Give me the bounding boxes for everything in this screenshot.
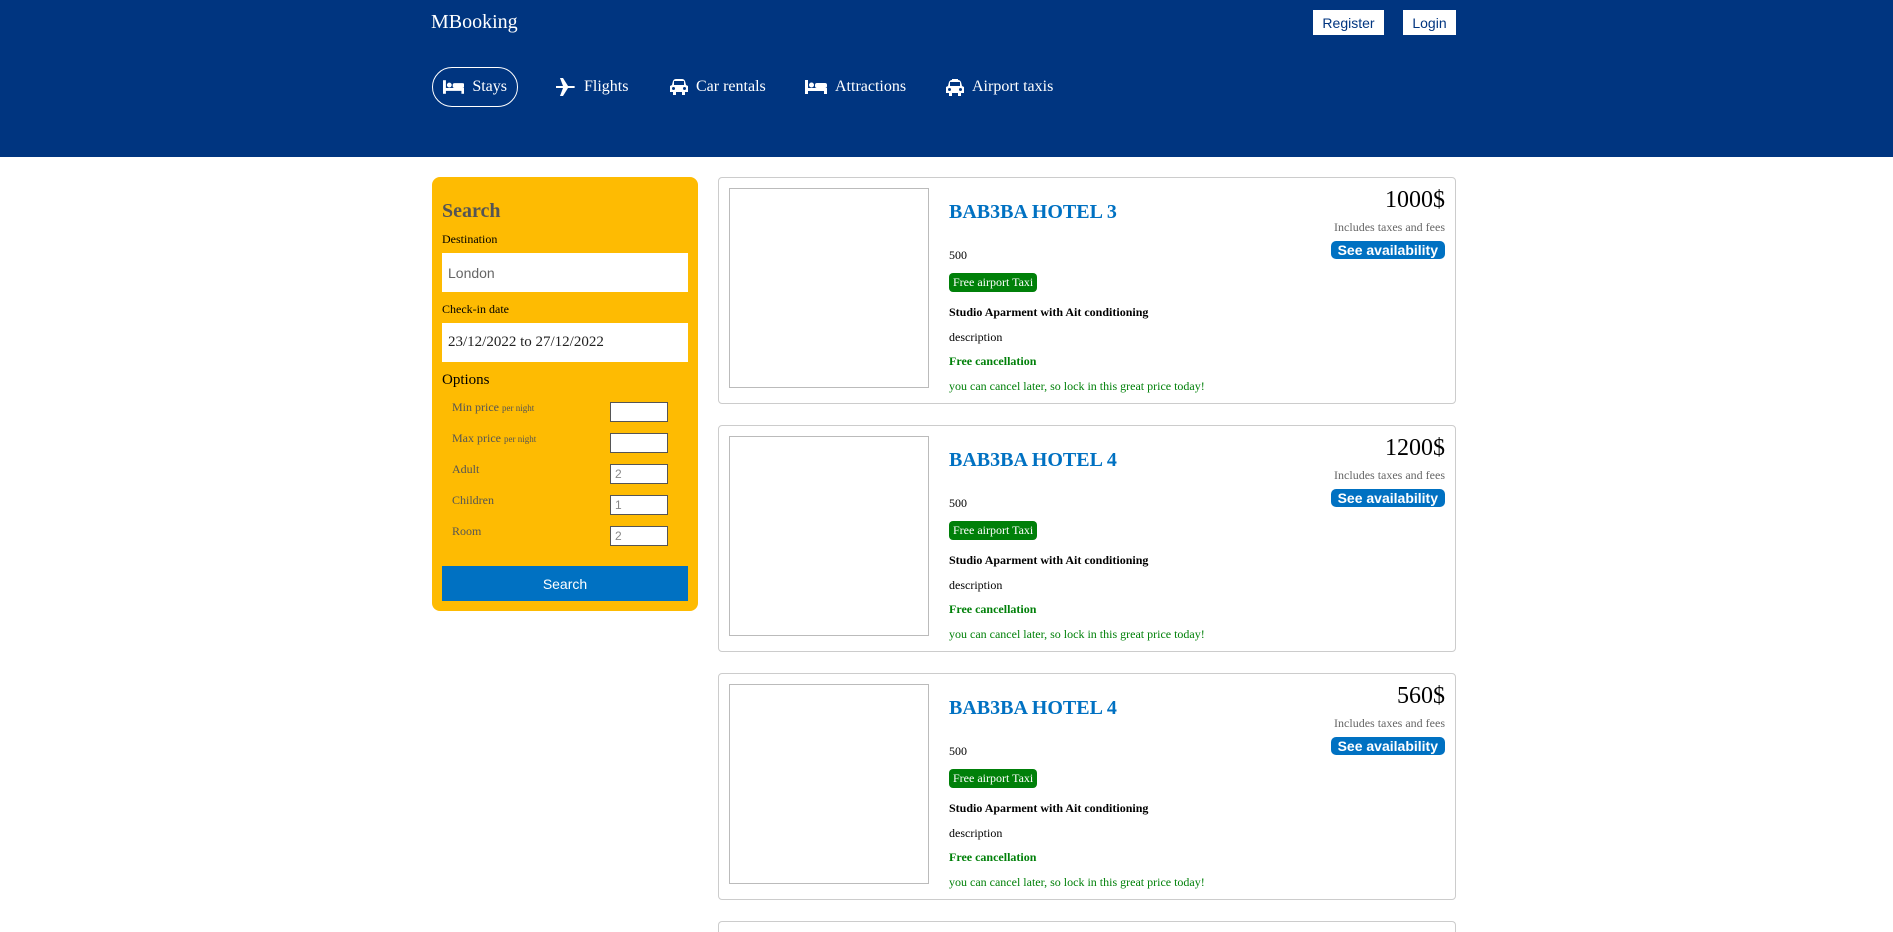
- adult-input[interactable]: 2: [610, 464, 668, 484]
- date-range-picker[interactable]: 23/12/2022 to 27/12/2022: [442, 323, 688, 362]
- option-adult: Adult 2: [452, 462, 678, 484]
- option-label: Room: [452, 524, 482, 538]
- date-range-value: 23/12/2022 to 27/12/2022: [448, 334, 604, 350]
- bed-icon: [805, 80, 827, 94]
- options-title: Options: [442, 372, 490, 388]
- cancel-title: Free cancellation: [949, 354, 1037, 368]
- room-input[interactable]: 2: [610, 526, 668, 546]
- destination-label: Destination: [442, 232, 498, 246]
- taxi-badge: Free airport Taxi: [949, 273, 1038, 292]
- cancel-title: Free cancellation: [949, 602, 1037, 616]
- login-button[interactable]: Login: [1403, 10, 1456, 35]
- hotel-image[interactable]: [729, 684, 929, 884]
- cancel-subtitle: you can cancel later, so lock in this gr…: [949, 379, 1205, 393]
- max-price-input[interactable]: [610, 433, 668, 453]
- search-title: Search: [442, 200, 501, 222]
- taxi-icon: [946, 78, 964, 96]
- nav-item-attractions[interactable]: Attractions: [805, 67, 906, 107]
- option-max-price: Max price per night: [452, 431, 678, 453]
- hotel-subtitle: Studio Aparment with Ait conditioning: [949, 801, 1149, 815]
- hotel-description: description: [949, 826, 1003, 840]
- nav-label: Attractions: [835, 78, 907, 95]
- see-availability-button[interactable]: See availability: [1330, 241, 1445, 259]
- destination-input[interactable]: London: [442, 253, 688, 292]
- hotel-subtitle: Studio Aparment with Ait conditioning: [949, 305, 1149, 319]
- hotel-title[interactable]: BAB3BA HOTEL 3: [949, 201, 1117, 224]
- cancel-subtitle: you can cancel later, so lock in this gr…: [949, 627, 1205, 641]
- option-room: Room 2: [452, 524, 678, 546]
- search-panel: Search Destination London Check-in date …: [432, 177, 698, 611]
- children-input[interactable]: 1: [610, 495, 668, 515]
- option-label: Adult: [452, 462, 480, 476]
- nav-item-car-rentals[interactable]: Car rentals: [670, 67, 766, 107]
- see-availability-button[interactable]: See availability: [1330, 489, 1445, 507]
- bed-icon: [443, 80, 465, 94]
- car-icon: [670, 79, 688, 95]
- tax-note: Includes taxes and fees: [1334, 716, 1445, 730]
- hotel-subtitle: Studio Aparment with Ait conditioning: [949, 553, 1149, 567]
- result-card: BAB3BA HOTEL 4 500 Free airport Taxi Stu…: [718, 425, 1456, 652]
- option-children: Children 1: [452, 493, 678, 515]
- cancel-title: Free cancellation: [949, 850, 1037, 864]
- hotel-description: description: [949, 330, 1003, 344]
- min-price-input[interactable]: [610, 402, 668, 422]
- cancel-subtitle: you can cancel later, so lock in this gr…: [949, 875, 1205, 889]
- result-card-partial: [718, 921, 1456, 932]
- tax-note: Includes taxes and fees: [1334, 220, 1445, 234]
- logo[interactable]: MBooking: [431, 11, 518, 34]
- search-button[interactable]: Search: [442, 566, 688, 601]
- taxi-badge: Free airport Taxi: [949, 769, 1038, 788]
- hotel-price: 1000$: [1385, 187, 1445, 213]
- hotel-image[interactable]: [729, 436, 929, 636]
- see-availability-button[interactable]: See availability: [1330, 737, 1445, 755]
- plane-icon: [556, 78, 575, 96]
- nav-label: Stays: [472, 78, 507, 95]
- header: MBooking Register Login Stays Flights Ca…: [0, 0, 1893, 157]
- hotel-title[interactable]: BAB3BA HOTEL 4: [949, 449, 1117, 472]
- hotel-price: 1200$: [1385, 435, 1445, 461]
- hotel-distance: 500: [949, 744, 967, 758]
- hotel-image[interactable]: [729, 188, 929, 388]
- nav-item-stays[interactable]: Stays: [432, 67, 518, 107]
- nav-label: Airport taxis: [972, 78, 1054, 95]
- option-min-price: Min price per night: [452, 400, 678, 422]
- nav-label: Car rentals: [696, 78, 766, 95]
- result-card: BAB3BA HOTEL 3 500 Free airport Taxi Stu…: [718, 177, 1456, 404]
- nav-item-flights[interactable]: Flights: [556, 67, 628, 107]
- tax-note: Includes taxes and fees: [1334, 468, 1445, 482]
- destination-value: London: [448, 264, 495, 281]
- checkin-label: Check-in date: [442, 302, 509, 316]
- hotel-price: 560$: [1397, 683, 1445, 709]
- hotel-title[interactable]: BAB3BA HOTEL 4: [949, 697, 1117, 720]
- taxi-badge: Free airport Taxi: [949, 521, 1038, 540]
- hotel-distance: 500: [949, 248, 967, 262]
- option-label: Max price per night: [452, 431, 537, 445]
- nav-label: Flights: [584, 78, 629, 95]
- nav-item-airport-taxis[interactable]: Airport taxis: [946, 67, 1053, 107]
- result-card: BAB3BA HOTEL 4 500 Free airport Taxi Stu…: [718, 673, 1456, 900]
- hotel-description: description: [949, 578, 1003, 592]
- option-label: Children: [452, 493, 494, 507]
- register-button[interactable]: Register: [1313, 10, 1384, 35]
- option-label: Min price per night: [452, 400, 535, 414]
- hotel-distance: 500: [949, 496, 967, 510]
